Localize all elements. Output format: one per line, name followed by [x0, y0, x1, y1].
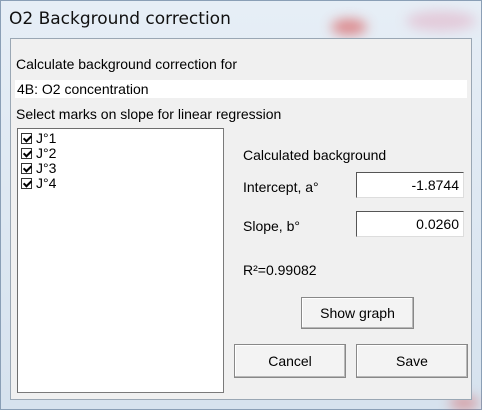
save-button[interactable]: Save [356, 344, 468, 378]
list-item[interactable]: J°3 [21, 161, 56, 176]
mark-label: J°3 [36, 160, 57, 176]
dialog-window: O2 Background correction Calculate backg… [0, 0, 482, 410]
calc-label: Calculate background correction for [16, 56, 238, 72]
intercept-label: Intercept, a° [243, 179, 319, 195]
select-marks-label: Select marks on slope for linear regress… [16, 106, 282, 122]
dialog-client-area: Calculate background correction for 4B: … [10, 38, 472, 400]
list-item[interactable]: J°4 [21, 176, 56, 191]
list-item[interactable]: J°2 [21, 146, 56, 161]
title-bar[interactable]: O2 Background correction [1, 1, 481, 37]
mark-label: J°4 [36, 175, 57, 191]
mark-label: J°1 [36, 130, 57, 146]
checkbox-mark-4[interactable] [21, 178, 32, 189]
cancel-button[interactable]: Cancel [234, 344, 346, 378]
window-title: O2 Background correction [9, 9, 231, 29]
slope-field[interactable]: 0.0260 [356, 211, 464, 237]
calculated-background-heading: Calculated background [243, 147, 387, 163]
checkbox-mark-2[interactable] [21, 148, 32, 159]
checkbox-mark-1[interactable] [21, 133, 32, 144]
r-squared-value: R²=0.99082 [243, 262, 317, 278]
mark-label: J°2 [36, 145, 57, 161]
list-item[interactable]: J°1 [21, 131, 56, 146]
calc-target-field: 4B: O2 concentration [15, 80, 467, 98]
slope-label: Slope, b° [243, 218, 300, 234]
checkbox-mark-3[interactable] [21, 163, 32, 174]
marks-listbox[interactable]: J°1 J°2 J°3 J°4 [17, 128, 224, 393]
show-graph-button[interactable]: Show graph [301, 297, 414, 329]
intercept-field[interactable]: -1.8744 [356, 172, 464, 198]
